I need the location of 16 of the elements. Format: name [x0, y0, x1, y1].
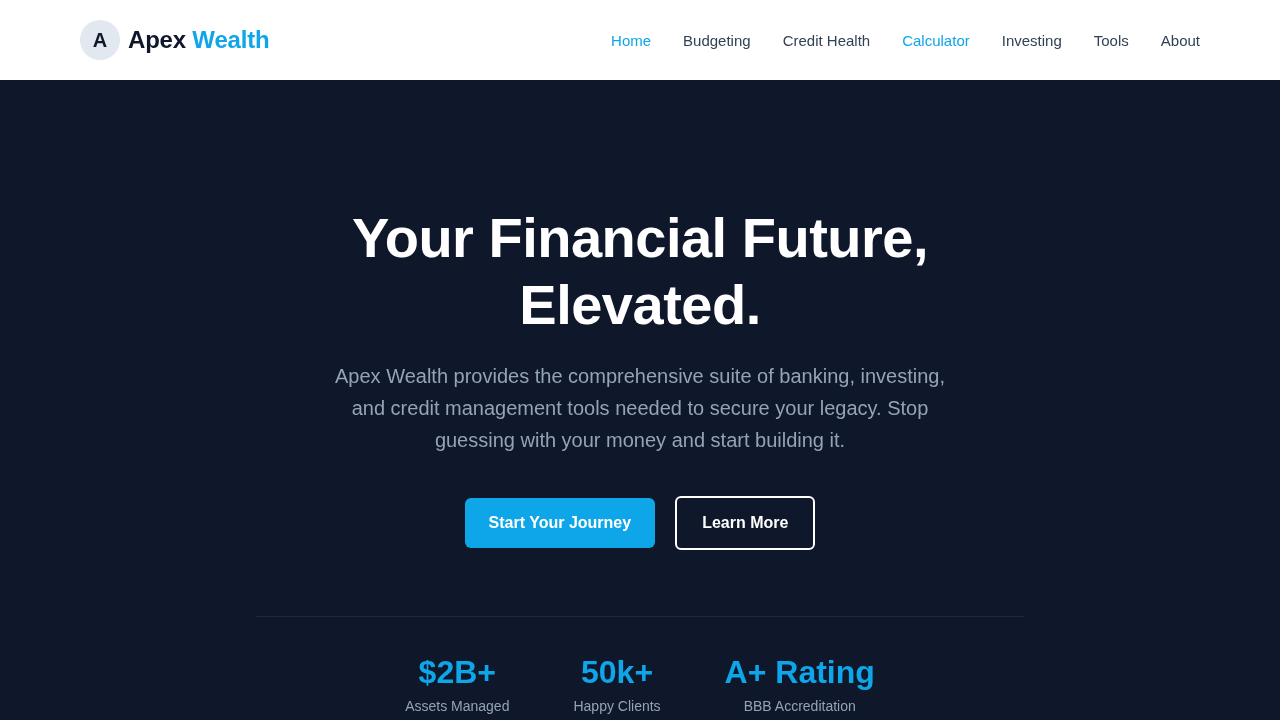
stat-label: Assets Managed: [405, 697, 510, 715]
stat-label: BBB Accreditation: [743, 697, 856, 715]
nav-link[interactable]: Budgeting: [683, 31, 751, 49]
stat-value: $2B+: [418, 653, 496, 691]
nav-link[interactable]: Tools: [1093, 31, 1129, 49]
nav-link[interactable]: Credit Health: [782, 31, 871, 49]
logo-mark: A: [80, 20, 120, 60]
learn-more-button[interactable]: Learn More: [675, 496, 816, 550]
brand-name: Apex Wealth: [128, 26, 270, 54]
stat-value: A+ Rating: [724, 653, 875, 691]
nav-link[interactable]: About: [1160, 31, 1200, 49]
hero-heading: Your Financial Future, Elevated.: [351, 205, 929, 338]
hero-description: Apex Wealth provides the comprehensive suite of banking, investing, and credit management tools needed to secure your legacy. Stop guessing with your money and start building it.: [335, 364, 945, 453]
stat-label: Happy Clients: [573, 697, 661, 715]
nav-link[interactable]: Investing: [1001, 31, 1062, 49]
stat-value: 50k+: [581, 653, 654, 691]
